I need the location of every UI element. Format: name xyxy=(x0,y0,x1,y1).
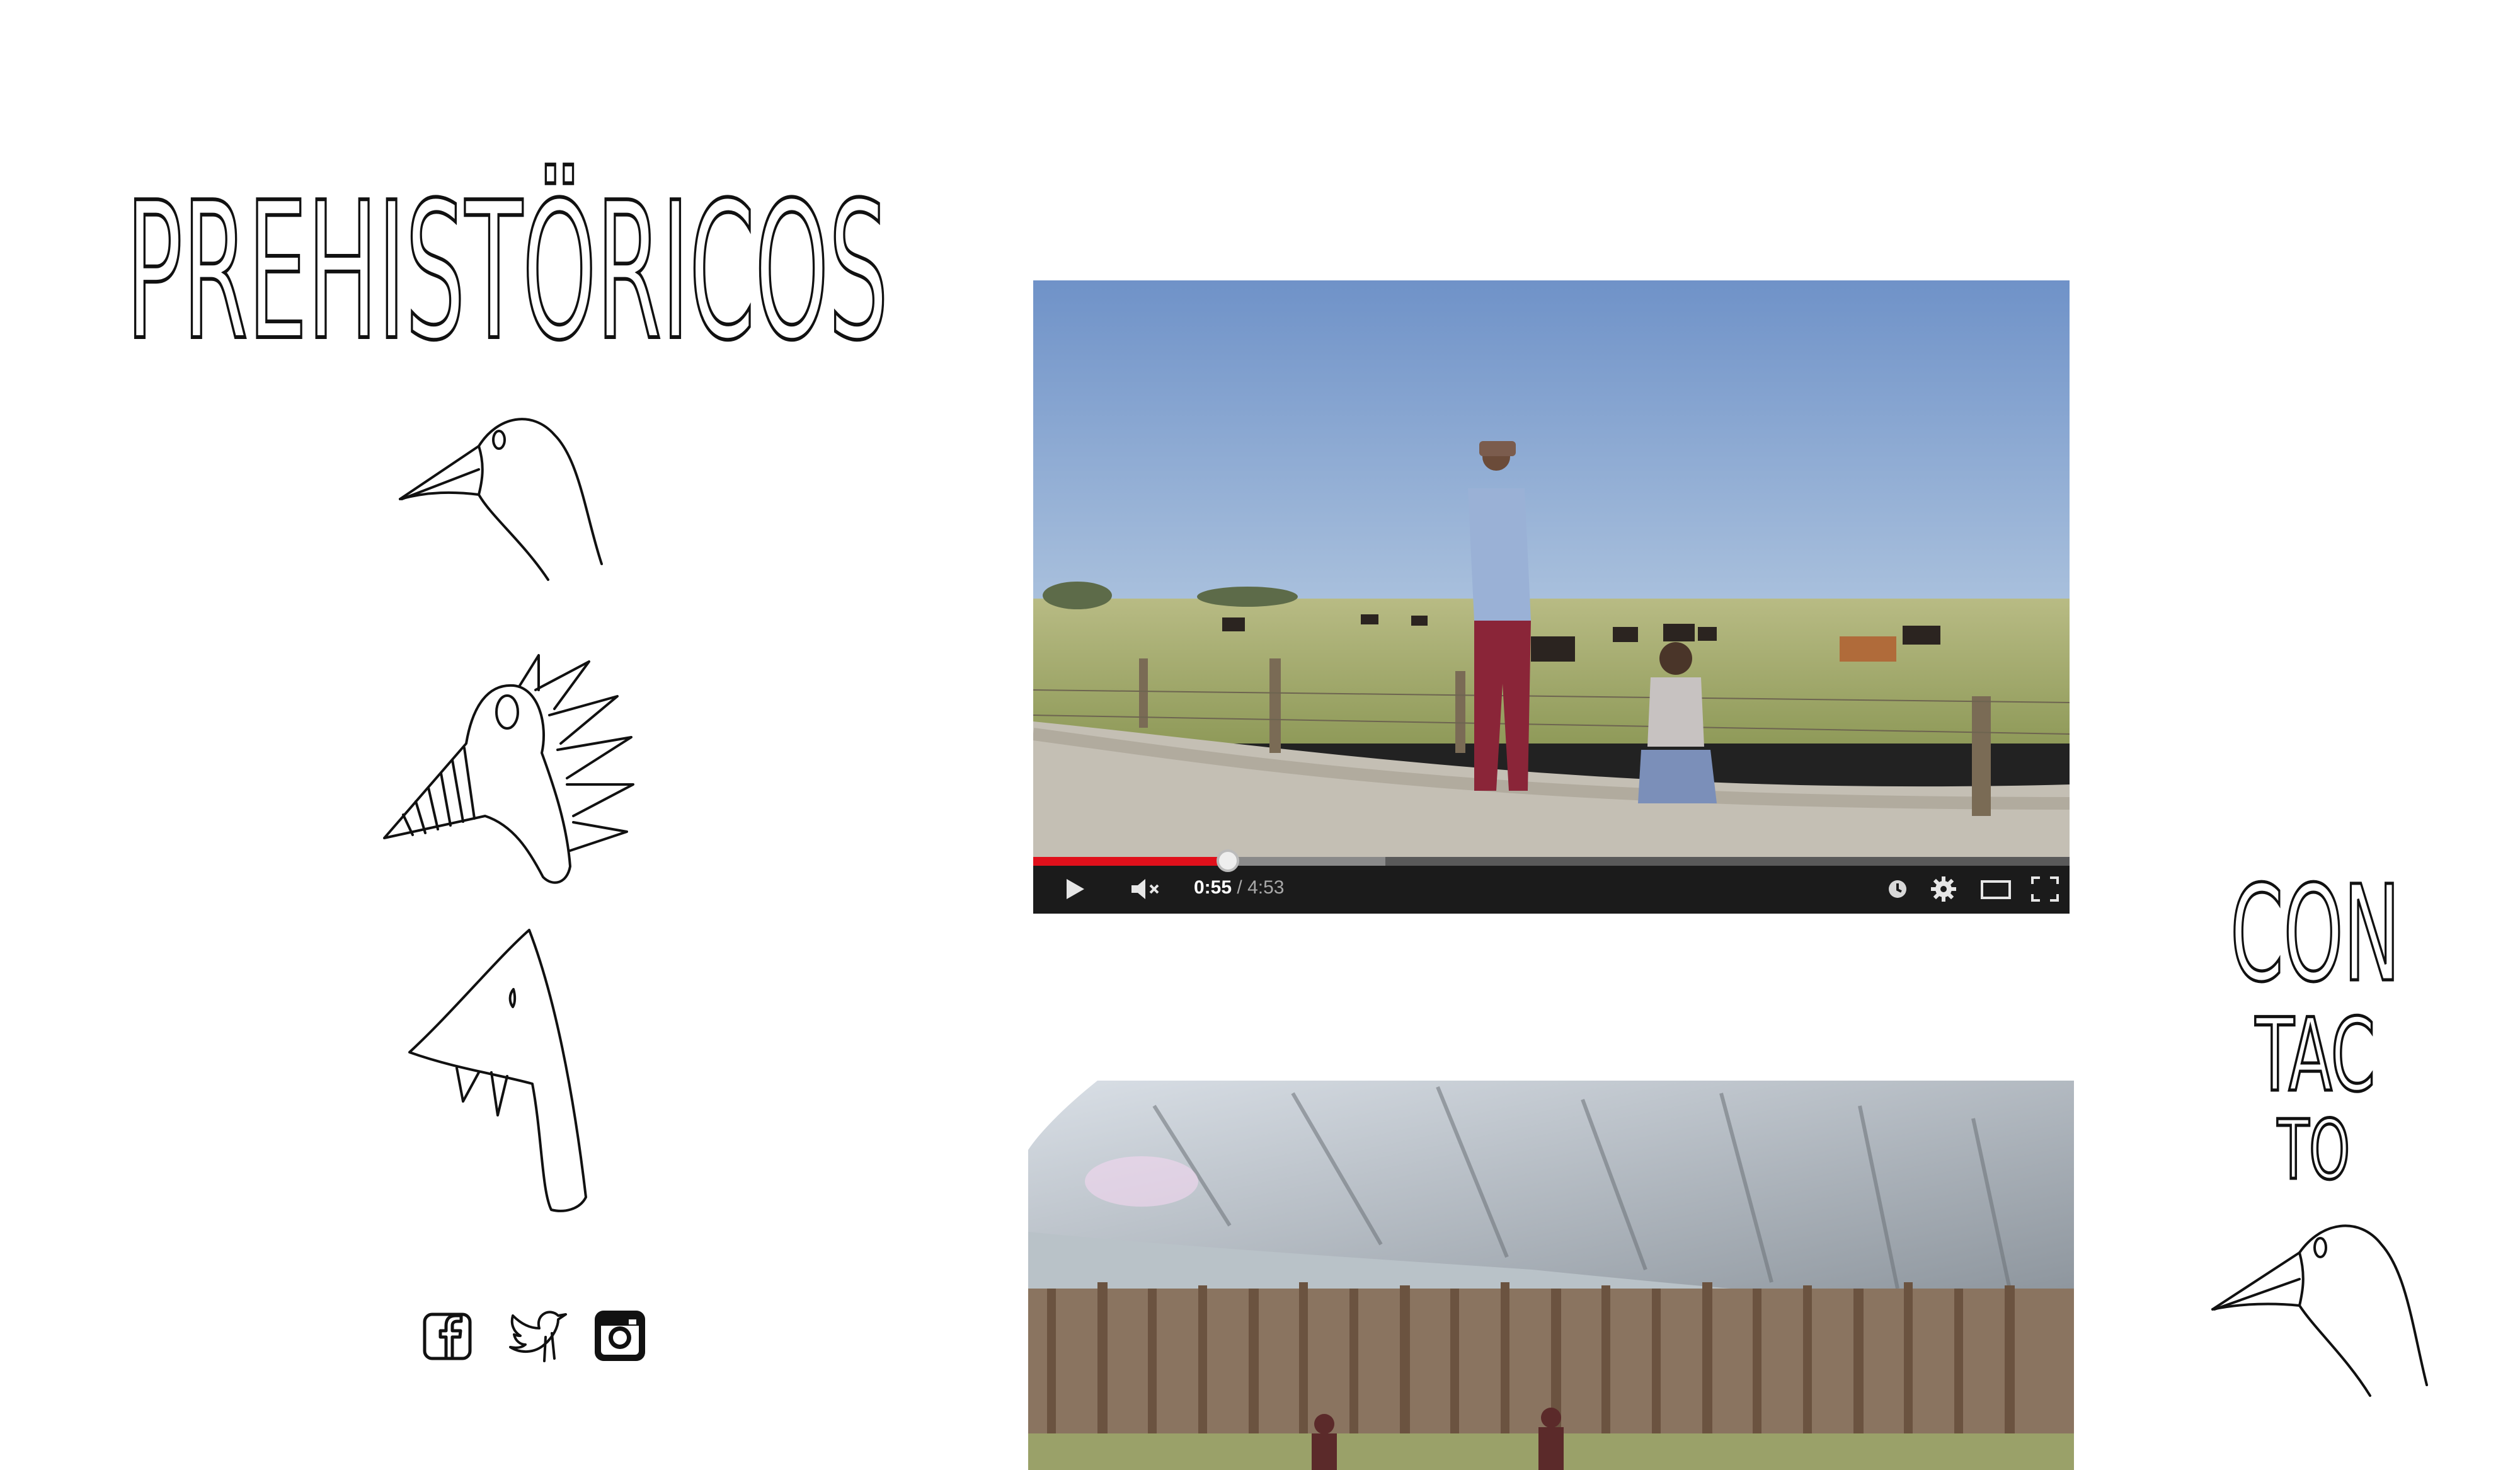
social-links xyxy=(421,1298,673,1374)
progress-track[interactable] xyxy=(1033,849,2070,872)
play-button[interactable] xyxy=(1058,873,1090,905)
video-player[interactable]: 0:55 / 4:53 xyxy=(1033,280,2070,914)
fang-creature-icon xyxy=(408,929,587,1212)
bird-creature-icon xyxy=(399,418,603,581)
time-display: 0:55 / 4:53 xyxy=(1194,872,1284,904)
nav-bird-creature[interactable] xyxy=(391,410,611,586)
current-time: 0:55 xyxy=(1194,877,1232,898)
progress-scrubber[interactable] xyxy=(1217,849,1240,872)
video-frame-2 xyxy=(1028,1081,2074,1470)
theater-mode-icon xyxy=(1981,880,2011,899)
nav-fang-creature[interactable] xyxy=(403,926,630,1216)
mute-button[interactable] xyxy=(1128,873,1166,905)
theater-mode-button[interactable] xyxy=(1978,873,2013,905)
settings-button[interactable] xyxy=(1928,873,1959,905)
facebook-icon xyxy=(423,1312,472,1360)
fullscreen-button[interactable] xyxy=(2027,873,2063,905)
twitter-link[interactable] xyxy=(507,1308,567,1364)
video-frame[interactable] xyxy=(1033,280,2070,857)
bird-creature-icon xyxy=(2211,1224,2428,1397)
video-controls: 0:55 / 4:53 xyxy=(1033,849,2070,914)
contact-line-3: TO xyxy=(2277,1102,2350,1181)
volume-muted-icon xyxy=(1131,879,1159,899)
duration: 4:53 xyxy=(1247,877,1285,898)
twitter-icon xyxy=(509,1311,567,1362)
instagram-link[interactable] xyxy=(592,1308,648,1364)
contact-line-2: TAC xyxy=(2255,996,2375,1114)
fullscreen-icon xyxy=(2031,876,2059,902)
contact-bird-creature[interactable] xyxy=(2205,1216,2432,1399)
gear-icon xyxy=(1931,876,1956,902)
site-title[interactable]: PREHISTÖRICOS xyxy=(126,158,895,384)
nav-spiky-creature[interactable] xyxy=(378,636,643,888)
watch-later-button[interactable] xyxy=(1884,873,1911,905)
contact-line-1: CON xyxy=(2230,857,2400,1011)
play-icon xyxy=(1067,879,1084,899)
facebook-link[interactable] xyxy=(421,1308,476,1364)
clock-icon xyxy=(1889,880,1906,898)
time-separator: / xyxy=(1232,877,1248,898)
video-thumbnail-2[interactable] xyxy=(1028,1081,2074,1470)
instagram-icon xyxy=(595,1311,645,1361)
contact-link[interactable]: CON TAC TO xyxy=(2224,854,2413,1182)
site-title-text: PREHISTÖRICOS xyxy=(126,162,888,382)
progress-played xyxy=(1033,857,1228,866)
spiky-creature-icon xyxy=(383,654,634,884)
